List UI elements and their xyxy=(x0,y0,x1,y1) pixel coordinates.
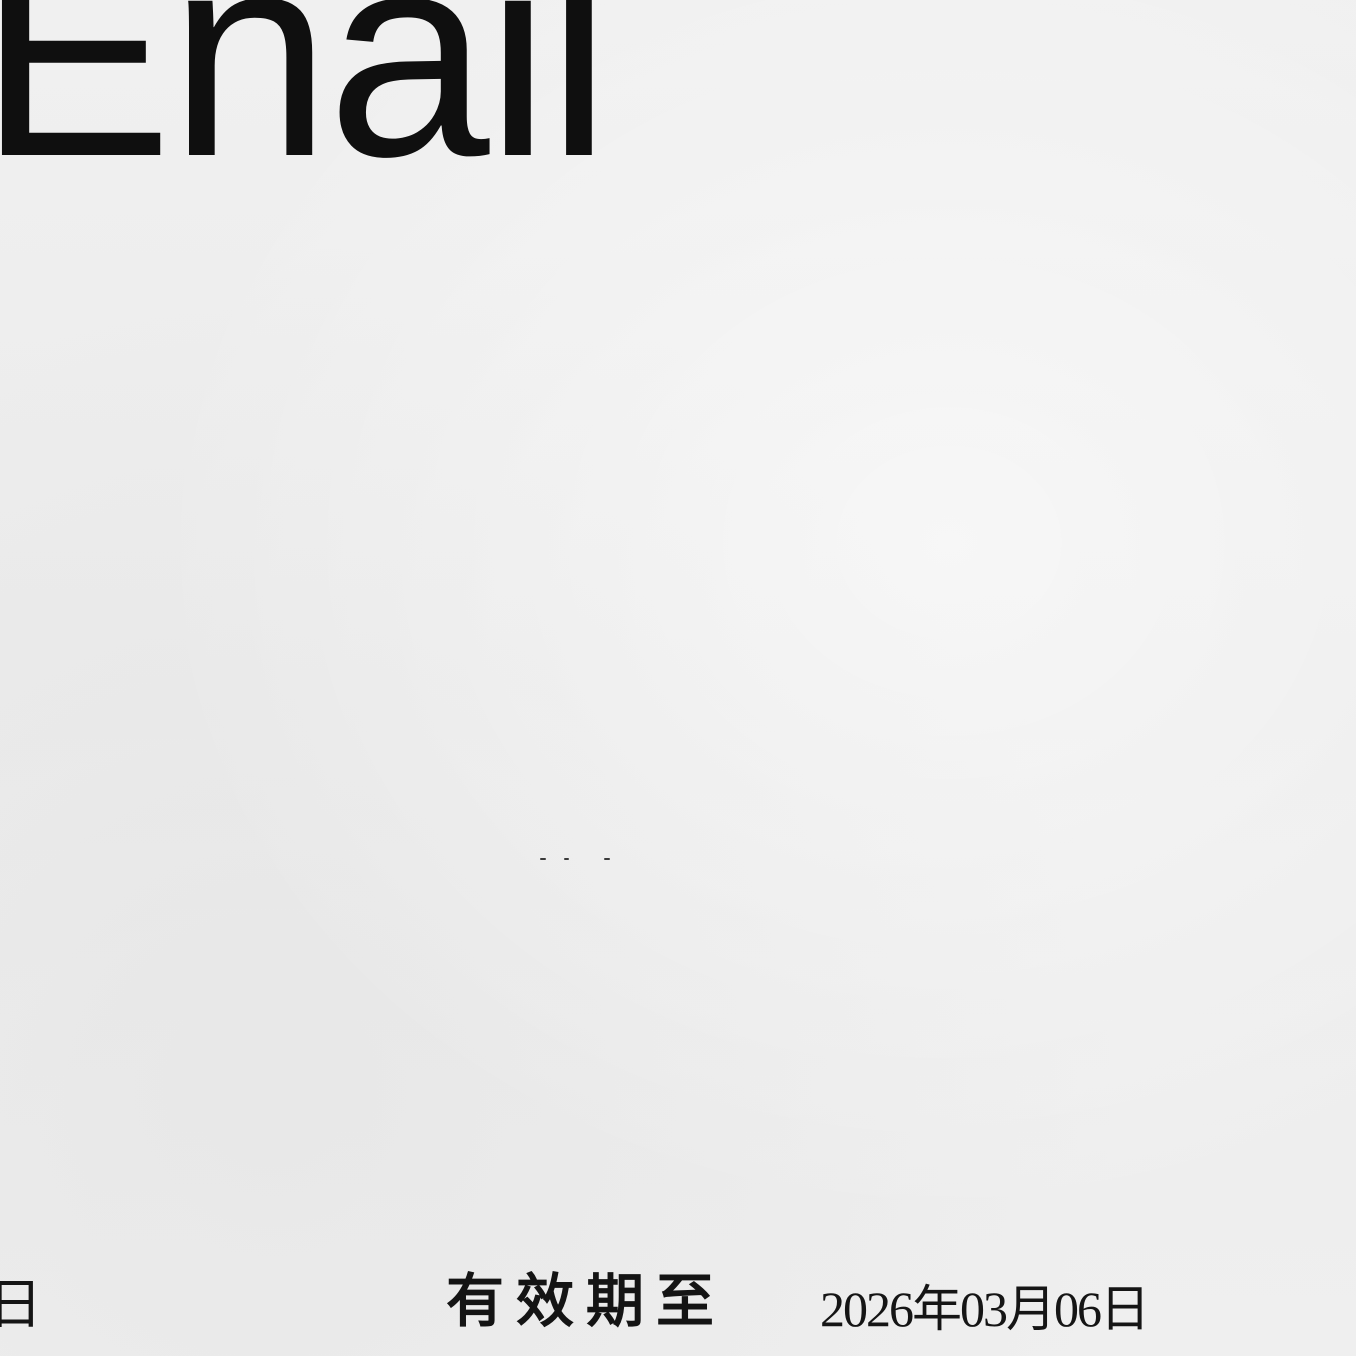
validity-label: 有效期至 xyxy=(446,1267,727,1335)
printed-document: Enail 日 有效期至 2026年03月06日 xyxy=(0,0,1356,1356)
validity-date: 2026年03月06日 xyxy=(820,1281,1150,1337)
ink-speck xyxy=(564,858,569,860)
ink-speck xyxy=(540,858,546,860)
cut-off-date-character: 日 xyxy=(0,1273,42,1336)
document-heading: Enail xyxy=(0,0,611,217)
ink-speck xyxy=(604,858,610,860)
print-specks xyxy=(540,856,660,862)
